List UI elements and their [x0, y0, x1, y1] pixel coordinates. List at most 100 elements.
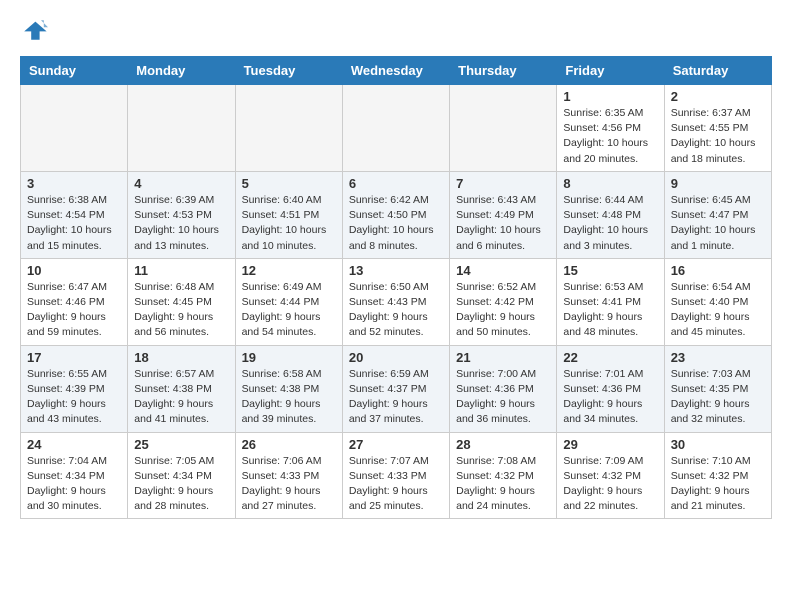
weekday-header: Tuesday [235, 57, 342, 85]
day-info: Sunrise: 6:37 AM Sunset: 4:55 PM Dayligh… [671, 106, 765, 167]
calendar-table: SundayMondayTuesdayWednesdayThursdayFrid… [20, 56, 772, 519]
calendar-cell: 4 Sunrise: 6:39 AM Sunset: 4:53 PM Daylig… [128, 171, 235, 258]
calendar-week: 17 Sunrise: 6:55 AM Sunset: 4:39 PM Dayli… [21, 345, 772, 432]
day-info: Sunrise: 7:07 AM Sunset: 4:33 PM Dayligh… [349, 454, 443, 515]
day-number: 1 [563, 89, 657, 104]
day-number: 17 [27, 350, 121, 365]
calendar-cell: 28 Sunrise: 7:08 AM Sunset: 4:32 PM Dayli… [450, 432, 557, 519]
calendar-cell: 24 Sunrise: 7:04 AM Sunset: 4:34 PM Dayli… [21, 432, 128, 519]
weekday-header: Saturday [664, 57, 771, 85]
day-number: 21 [456, 350, 550, 365]
day-info: Sunrise: 7:09 AM Sunset: 4:32 PM Dayligh… [563, 454, 657, 515]
day-info: Sunrise: 7:04 AM Sunset: 4:34 PM Dayligh… [27, 454, 121, 515]
calendar-cell: 23 Sunrise: 7:03 AM Sunset: 4:35 PM Dayli… [664, 345, 771, 432]
day-info: Sunrise: 6:44 AM Sunset: 4:48 PM Dayligh… [563, 193, 657, 254]
day-number: 20 [349, 350, 443, 365]
calendar-week: 1 Sunrise: 6:35 AM Sunset: 4:56 PM Daylig… [21, 85, 772, 172]
day-number: 24 [27, 437, 121, 452]
calendar-cell: 3 Sunrise: 6:38 AM Sunset: 4:54 PM Daylig… [21, 171, 128, 258]
calendar-cell: 15Sunrise: 6:53 AM Sunset: 4:41 PM Dayli… [557, 258, 664, 345]
day-info: Sunrise: 6:57 AM Sunset: 4:38 PM Dayligh… [134, 367, 228, 428]
day-info: Sunrise: 7:03 AM Sunset: 4:35 PM Dayligh… [671, 367, 765, 428]
day-info: Sunrise: 6:47 AM Sunset: 4:46 PM Dayligh… [27, 280, 121, 341]
day-info: Sunrise: 6:38 AM Sunset: 4:54 PM Dayligh… [27, 193, 121, 254]
calendar-cell: 13Sunrise: 6:50 AM Sunset: 4:43 PM Dayli… [342, 258, 449, 345]
calendar-cell: 8 Sunrise: 6:44 AM Sunset: 4:48 PM Daylig… [557, 171, 664, 258]
calendar-cell: 1 Sunrise: 6:35 AM Sunset: 4:56 PM Daylig… [557, 85, 664, 172]
day-number: 28 [456, 437, 550, 452]
weekday-header: Wednesday [342, 57, 449, 85]
day-info: Sunrise: 6:43 AM Sunset: 4:49 PM Dayligh… [456, 193, 550, 254]
day-number: 4 [134, 176, 228, 191]
calendar-cell: 14 Sunrise: 6:52 AM Sunset: 4:42 PM Dayli… [450, 258, 557, 345]
weekday-header: Thursday [450, 57, 557, 85]
day-info: Sunrise: 7:10 AM Sunset: 4:32 PM Dayligh… [671, 454, 765, 515]
day-number: 26 [242, 437, 336, 452]
day-info: Sunrise: 6:39 AM Sunset: 4:53 PM Dayligh… [134, 193, 228, 254]
day-number: 7 [456, 176, 550, 191]
calendar-cell: 30 Sunrise: 7:10 AM Sunset: 4:32 PM Dayli… [664, 432, 771, 519]
calendar-cell [342, 85, 449, 172]
day-number: 11 [134, 263, 228, 278]
day-info: Sunrise: 6:52 AM Sunset: 4:42 PM Dayligh… [456, 280, 550, 341]
weekday-header: Monday [128, 57, 235, 85]
calendar-cell: 26 Sunrise: 7:06 AM Sunset: 4:33 PM Dayli… [235, 432, 342, 519]
calendar-week: 3 Sunrise: 6:38 AM Sunset: 4:54 PM Daylig… [21, 171, 772, 258]
day-number: 15 [563, 263, 657, 278]
day-number: 23 [671, 350, 765, 365]
day-info: Sunrise: 6:59 AM Sunset: 4:37 PM Dayligh… [349, 367, 443, 428]
day-number: 13 [349, 263, 443, 278]
calendar-cell: 21 Sunrise: 7:00 AM Sunset: 4:36 PM Dayli… [450, 345, 557, 432]
day-number: 6 [349, 176, 443, 191]
calendar-cell: 12 Sunrise: 6:49 AM Sunset: 4:44 PM Dayli… [235, 258, 342, 345]
calendar-cell: 19Sunrise: 6:58 AM Sunset: 4:38 PM Dayli… [235, 345, 342, 432]
day-info: Sunrise: 7:05 AM Sunset: 4:34 PM Dayligh… [134, 454, 228, 515]
day-number: 18 [134, 350, 228, 365]
calendar-cell: 10 Sunrise: 6:47 AM Sunset: 4:46 PM Dayli… [21, 258, 128, 345]
calendar-cell: 7 Sunrise: 6:43 AM Sunset: 4:49 PM Daylig… [450, 171, 557, 258]
calendar-cell: 17 Sunrise: 6:55 AM Sunset: 4:39 PM Dayli… [21, 345, 128, 432]
day-info: Sunrise: 6:55 AM Sunset: 4:39 PM Dayligh… [27, 367, 121, 428]
calendar-cell: 9Sunrise: 6:45 AM Sunset: 4:47 PM Daylig… [664, 171, 771, 258]
day-number: 2 [671, 89, 765, 104]
day-info: Sunrise: 6:35 AM Sunset: 4:56 PM Dayligh… [563, 106, 657, 167]
calendar-cell [235, 85, 342, 172]
day-number: 9 [671, 176, 765, 191]
day-number: 25 [134, 437, 228, 452]
day-number: 30 [671, 437, 765, 452]
calendar-cell: 29Sunrise: 7:09 AM Sunset: 4:32 PM Dayli… [557, 432, 664, 519]
day-info: Sunrise: 6:49 AM Sunset: 4:44 PM Dayligh… [242, 280, 336, 341]
calendar-cell: 2 Sunrise: 6:37 AM Sunset: 4:55 PM Daylig… [664, 85, 771, 172]
day-info: Sunrise: 6:54 AM Sunset: 4:40 PM Dayligh… [671, 280, 765, 341]
day-number: 5 [242, 176, 336, 191]
weekday-header: Friday [557, 57, 664, 85]
calendar-week: 10 Sunrise: 6:47 AM Sunset: 4:46 PM Dayli… [21, 258, 772, 345]
day-info: Sunrise: 6:48 AM Sunset: 4:45 PM Dayligh… [134, 280, 228, 341]
calendar-cell [21, 85, 128, 172]
calendar-cell: 20 Sunrise: 6:59 AM Sunset: 4:37 PM Dayli… [342, 345, 449, 432]
calendar-cell: 22Sunrise: 7:01 AM Sunset: 4:36 PM Dayli… [557, 345, 664, 432]
day-number: 14 [456, 263, 550, 278]
day-number: 12 [242, 263, 336, 278]
page-header [20, 16, 772, 44]
calendar-cell: 11 Sunrise: 6:48 AM Sunset: 4:45 PM Dayli… [128, 258, 235, 345]
calendar-cell [128, 85, 235, 172]
day-info: Sunrise: 6:58 AM Sunset: 4:38 PM Dayligh… [242, 367, 336, 428]
day-info: Sunrise: 7:08 AM Sunset: 4:32 PM Dayligh… [456, 454, 550, 515]
calendar-cell: 16 Sunrise: 6:54 AM Sunset: 4:40 PM Dayli… [664, 258, 771, 345]
day-number: 16 [671, 263, 765, 278]
calendar-week: 24 Sunrise: 7:04 AM Sunset: 4:34 PM Dayli… [21, 432, 772, 519]
day-info: Sunrise: 7:00 AM Sunset: 4:36 PM Dayligh… [456, 367, 550, 428]
day-number: 8 [563, 176, 657, 191]
day-number: 3 [27, 176, 121, 191]
day-info: Sunrise: 7:06 AM Sunset: 4:33 PM Dayligh… [242, 454, 336, 515]
day-info: Sunrise: 6:40 AM Sunset: 4:51 PM Dayligh… [242, 193, 336, 254]
calendar-cell: 25 Sunrise: 7:05 AM Sunset: 4:34 PM Dayli… [128, 432, 235, 519]
day-info: Sunrise: 6:42 AM Sunset: 4:50 PM Dayligh… [349, 193, 443, 254]
day-number: 22 [563, 350, 657, 365]
calendar-cell [450, 85, 557, 172]
calendar-cell: 6 Sunrise: 6:42 AM Sunset: 4:50 PM Daylig… [342, 171, 449, 258]
calendar-cell: 5 Sunrise: 6:40 AM Sunset: 4:51 PM Daylig… [235, 171, 342, 258]
calendar-header: SundayMondayTuesdayWednesdayThursdayFrid… [21, 57, 772, 85]
day-number: 10 [27, 263, 121, 278]
